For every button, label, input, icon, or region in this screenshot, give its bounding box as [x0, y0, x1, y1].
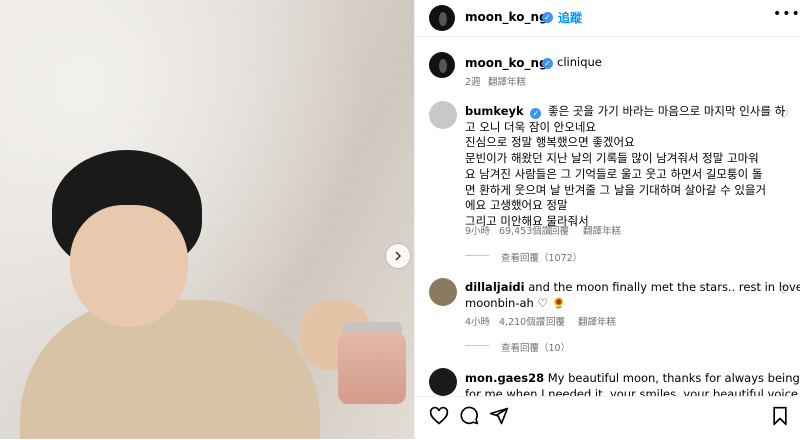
heart-icon[interactable]: ♡ — [779, 108, 789, 121]
comment-line: 요 남겨진 사람들은 그 기억들로 울고 웃고 하면서 길모퉁이 돌 — [465, 166, 763, 181]
comment-body: dillaljaidi and the moon finally met the… — [465, 280, 800, 311]
comment-avatar[interactable] — [429, 101, 457, 129]
comment-line: 면 환하게 웃으며 날 반겨줄 그 날을 기대하며 살아갈 수 있을거 — [465, 182, 767, 197]
comment-line: 문빈이가 해왔던 지난 날의 기록들 많이 남겨줘서 정말 고마워 — [465, 151, 759, 166]
comment-bubble-icon[interactable] — [459, 406, 479, 426]
caption-text: clinique — [557, 55, 602, 69]
post-header: moon_ko_ng ✓ 追蹤 ••• — [415, 0, 800, 37]
comment-line: 진심으로 정말 행복했으면 좋겠어요 — [465, 135, 635, 150]
heart-icon[interactable]: ♡ — [779, 284, 789, 297]
caption-username[interactable]: moon_ko_ng — [465, 56, 548, 70]
comment-username[interactable]: mon.gaes28 — [465, 371, 544, 385]
comment-username[interactable]: dillaljaidi — [465, 280, 525, 294]
comment-avatar[interactable] — [429, 278, 457, 306]
action-bar — [415, 396, 800, 440]
avatar-moon — [439, 12, 447, 26]
bookmark-icon[interactable] — [771, 406, 789, 426]
translate-link[interactable]: 翻譯年糕 — [578, 314, 616, 328]
view-replies-button[interactable]: 查看回覆（10） — [501, 340, 570, 354]
comment-time: 9小時 — [465, 226, 491, 237]
photo-face — [70, 205, 188, 327]
comment-line: 좋은 곳을 가기 바라는 마음으로 마지막 인사를 하 — [548, 104, 786, 118]
post-image — [0, 0, 414, 439]
avatar-moon — [439, 59, 447, 73]
comment-username[interactable]: bumkeyk — [465, 104, 524, 118]
share-icon[interactable] — [489, 406, 509, 426]
chevron-right-icon — [395, 251, 402, 261]
comment-time: 4小時 — [465, 317, 491, 328]
comment-line: My beautiful moon, thanks for always bei… — [547, 371, 800, 385]
like-heart-icon[interactable] — [429, 406, 449, 426]
photo-jar — [338, 332, 406, 404]
avatar[interactable] — [429, 5, 455, 31]
caption-avatar[interactable] — [429, 52, 455, 78]
comment-avatar[interactable] — [429, 368, 457, 396]
view-replies-button[interactable]: 查看回覆（1072） — [501, 250, 582, 264]
caption-translate-link[interactable]: 翻譯年糕 — [488, 74, 526, 88]
more-icon[interactable]: ••• — [773, 6, 800, 22]
reply-button[interactable]: 回覆 — [550, 223, 569, 237]
caption-time: 2週 — [465, 77, 481, 88]
translate-link[interactable]: 翻譯年糕 — [583, 223, 621, 237]
verified-badge-icon: ✓ — [542, 58, 553, 69]
replies-divider — [465, 255, 489, 256]
reply-button[interactable]: 回覆 — [546, 314, 565, 328]
comment-likes[interactable]: 69,453個讚 — [499, 223, 551, 237]
header-username[interactable]: moon_ko_ng — [465, 10, 548, 24]
comment-line: 에요 고생했어요 정말 — [465, 198, 568, 213]
comments-panel: moon_ko_ng ✓ 追蹤 ••• moon_ko_ng ✓ cliniqu… — [414, 0, 800, 440]
verified-badge-icon: ✓ — [530, 108, 542, 120]
comment-likes[interactable]: 4,210個讚 — [499, 314, 545, 328]
verified-badge-icon: ✓ — [542, 12, 553, 23]
comment-line: moonbin-ah ♡ 🌻 — [465, 295, 566, 310]
comment-line: 고 오니 더욱 잠이 안오네요 — [465, 119, 597, 134]
replies-divider — [465, 345, 489, 346]
follow-button[interactable]: 追蹤 — [558, 9, 582, 26]
comment-line: and the moon finally met the stars.. res… — [528, 280, 800, 294]
next-image-button[interactable] — [386, 244, 410, 268]
comment-body: bumkeyk ✓ 좋은 곳을 가기 바라는 마음으로 마지막 인사를 하 고 … — [465, 104, 785, 230]
